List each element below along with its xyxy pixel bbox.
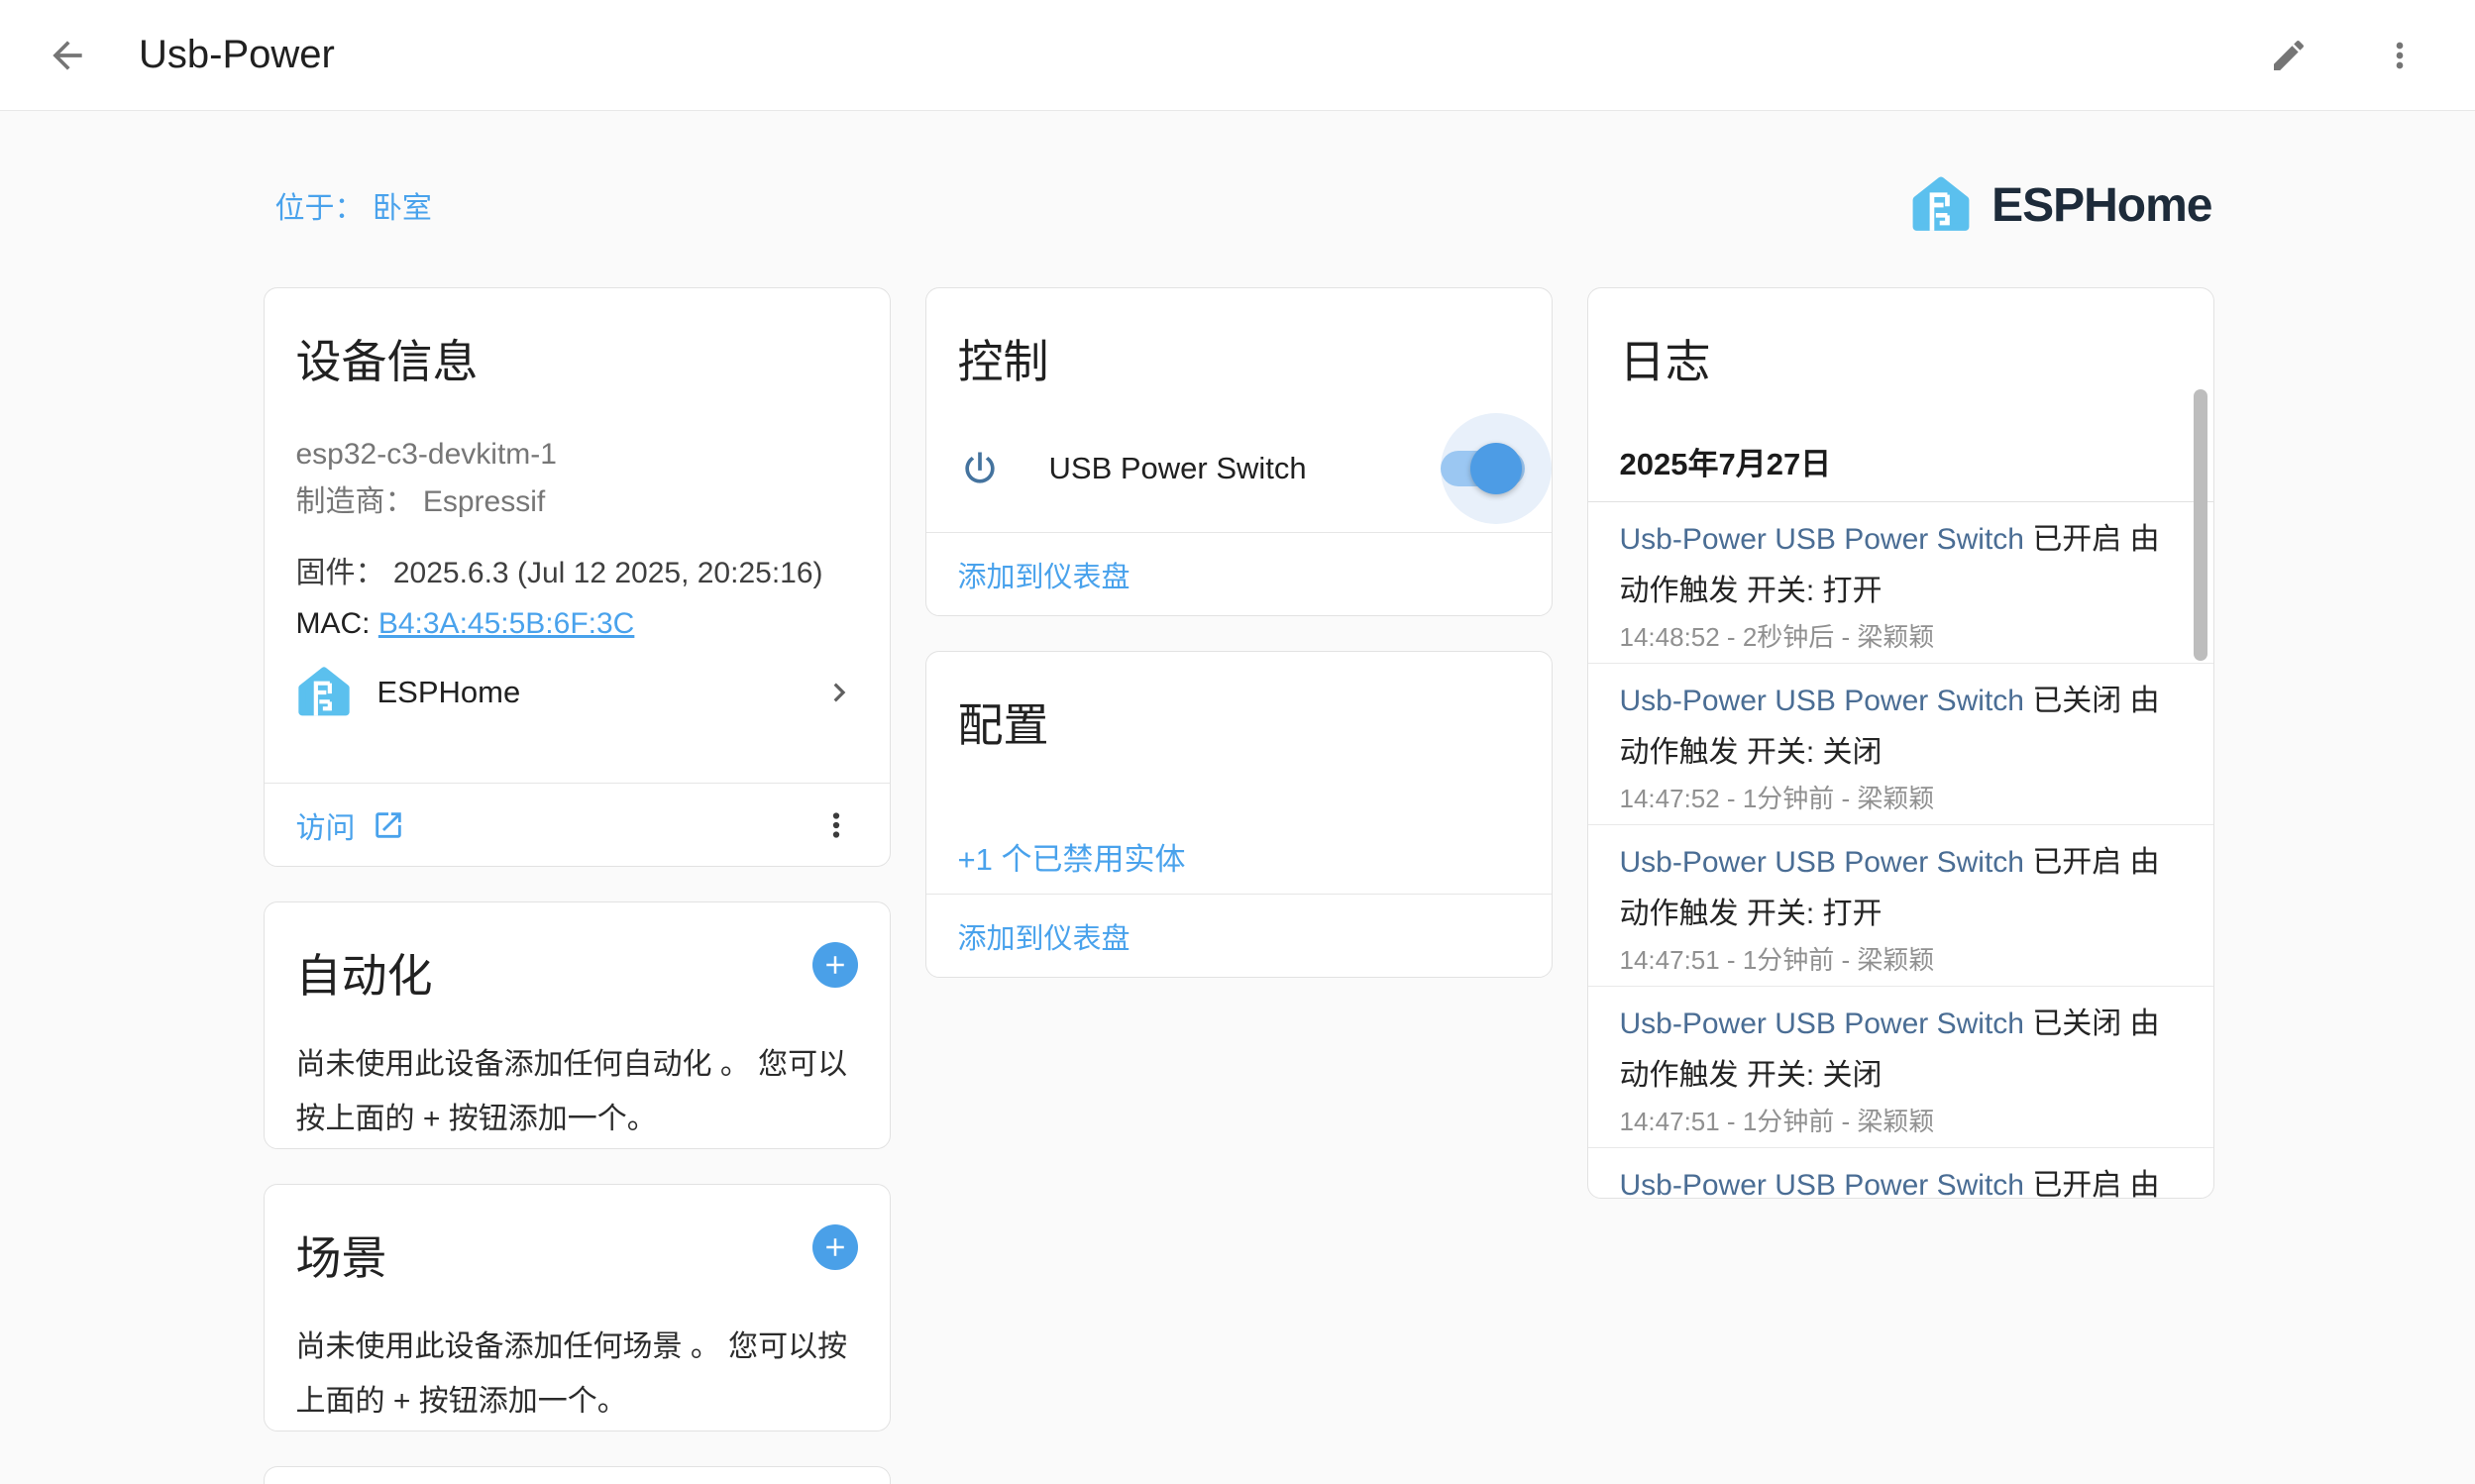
disabled-entities-link[interactable]: +1 个已禁用实体 — [958, 834, 1186, 879]
logbook-entity-link[interactable]: Usb-Power USB Power Switch — [1620, 523, 2024, 556]
edit-device-button[interactable] — [2257, 24, 2320, 87]
config-title: 配置 — [958, 689, 1520, 755]
power-icon — [958, 447, 1002, 490]
dots-vertical-icon — [817, 806, 855, 844]
device-model: esp32-c3-devkitm-1 — [296, 431, 858, 478]
logbook-date: 2025年7月27日 — [1620, 439, 2182, 483]
controls-title: 控制 — [958, 326, 1520, 391]
device-info-title: 设备信息 — [296, 326, 858, 391]
device-firmware: 固件： 2025.6.3 (Jul 12 2025, 20:25:16) — [296, 548, 858, 591]
esphome-brand: ESPHome — [1910, 174, 2211, 236]
scenes-empty-text: 尚未使用此设备添加任何场景 。 您可以按上面的 + 按钮添加一个。 — [296, 1320, 858, 1429]
logbook-card: 日志 2025年7月27日 Usb-Power USB Power Switch… — [1587, 287, 2214, 1199]
entity-row-usb-power-switch: USB Power Switch — [958, 413, 1520, 524]
logbook-entry: Usb-Power USB Power Switch 已关闭 由动作触发 开关:… — [1588, 986, 2213, 1147]
config-card: 配置 +1 个已禁用实体 添加到仪表盘 — [925, 651, 1553, 978]
add-to-dashboard-link[interactable]: 添加到仪表盘 — [958, 915, 1130, 957]
add-scene-button[interactable] — [812, 1224, 858, 1270]
breadcrumb: 位于： 卧室 — [264, 183, 432, 227]
automations-card: 自动化 尚未使用此设备添加任何自动化 。 您可以按上面的 + 按钮添加一个。 — [264, 901, 891, 1149]
automations-empty-text: 尚未使用此设备添加任何自动化 。 您可以按上面的 + 按钮添加一个。 — [296, 1037, 858, 1146]
arrow-left-icon — [46, 34, 89, 77]
chevron-right-icon — [820, 674, 858, 711]
pencil-icon — [2269, 36, 2309, 75]
dots-vertical-icon — [2380, 36, 2420, 75]
mac-address-link[interactable]: B4:3A:45:5B:6F:3C — [378, 607, 635, 640]
brand-name: ESPHome — [1991, 178, 2211, 233]
entity-name: USB Power Switch — [1049, 451, 1411, 486]
logbook-entry-meta: 14:47:52 - 1分钟前 - 梁颖颖 — [1620, 783, 2174, 814]
app-header: Usb-Power — [0, 0, 2475, 111]
logbook-entry-meta: 14:47:51 - 1分钟前 - 梁颖颖 — [1620, 944, 2174, 976]
breadcrumb-label: 位于： — [275, 192, 365, 225]
scenes-title: 场景 — [296, 1222, 387, 1288]
add-automation-button[interactable] — [812, 942, 858, 988]
power-toggle[interactable] — [1411, 413, 1520, 524]
logbook-entry: Usb-Power USB Power Switch 已关闭 由动作触发 开关:… — [1588, 663, 2213, 824]
automations-title: 自动化 — [296, 940, 433, 1006]
back-button[interactable] — [36, 24, 99, 87]
open-in-new-icon — [372, 808, 405, 842]
logbook-entry: Usb-Power USB Power Switch 已开启 由动作触发 开关:… — [1588, 1147, 2213, 1199]
logbook-entity-link[interactable]: Usb-Power USB Power Switch — [1620, 685, 2024, 717]
logbook-entity-link[interactable]: Usb-Power USB Power Switch — [1620, 846, 2024, 879]
integration-name: ESPHome — [377, 675, 795, 710]
logbook-entry: Usb-Power USB Power Switch 已开启 由动作触发 开关:… — [1588, 502, 2213, 663]
esphome-logo-icon — [1910, 174, 1972, 236]
plus-icon — [820, 1232, 850, 1262]
breadcrumb-area-link[interactable]: 卧室 — [373, 192, 432, 225]
controls-card: 控制 USB Power Switch 添加到仪表盘 — [925, 287, 1553, 616]
integration-row-esphome[interactable]: ESPHome — [296, 665, 858, 720]
visit-link[interactable]: 访问 — [296, 803, 405, 847]
logbook-entry-meta: 14:47:51 - 1分钟前 - 梁颖颖 — [1620, 1106, 2174, 1137]
logbook-title: 日志 — [1620, 326, 2182, 391]
logbook-scrollbar[interactable] — [2194, 389, 2207, 661]
device-menu-button[interactable] — [810, 799, 862, 851]
scenes-card: 场景 尚未使用此设备添加任何场景 。 您可以按上面的 + 按钮添加一个。 — [264, 1184, 891, 1431]
esphome-integration-icon — [296, 665, 352, 720]
device-mac: MAC: B4:3A:45:5B:6F:3C — [296, 607, 858, 641]
toggle-thumb — [1470, 443, 1522, 494]
device-info-card: 设备信息 esp32-c3-devkitm-1 制造商： Espressif 固… — [264, 287, 891, 867]
plus-icon — [820, 950, 850, 980]
device-manufacturer: 制造商： Espressif — [296, 478, 858, 526]
logbook-list: Usb-Power USB Power Switch 已开启 由动作触发 开关:… — [1588, 501, 2213, 1199]
overflow-menu-button[interactable] — [2368, 24, 2431, 87]
page-title: Usb-Power — [139, 33, 2257, 77]
logbook-entry: Usb-Power USB Power Switch 已开启 由动作触发 开关:… — [1588, 824, 2213, 986]
logbook-entry-meta: 14:48:52 - 2秒钟后 - 梁颖颖 — [1620, 621, 2174, 653]
logbook-entity-link[interactable]: Usb-Power USB Power Switch — [1620, 1007, 2024, 1040]
next-card-partial — [264, 1466, 891, 1484]
logbook-entity-link[interactable]: Usb-Power USB Power Switch — [1620, 1169, 2024, 1199]
add-to-dashboard-link[interactable]: 添加到仪表盘 — [958, 554, 1130, 595]
